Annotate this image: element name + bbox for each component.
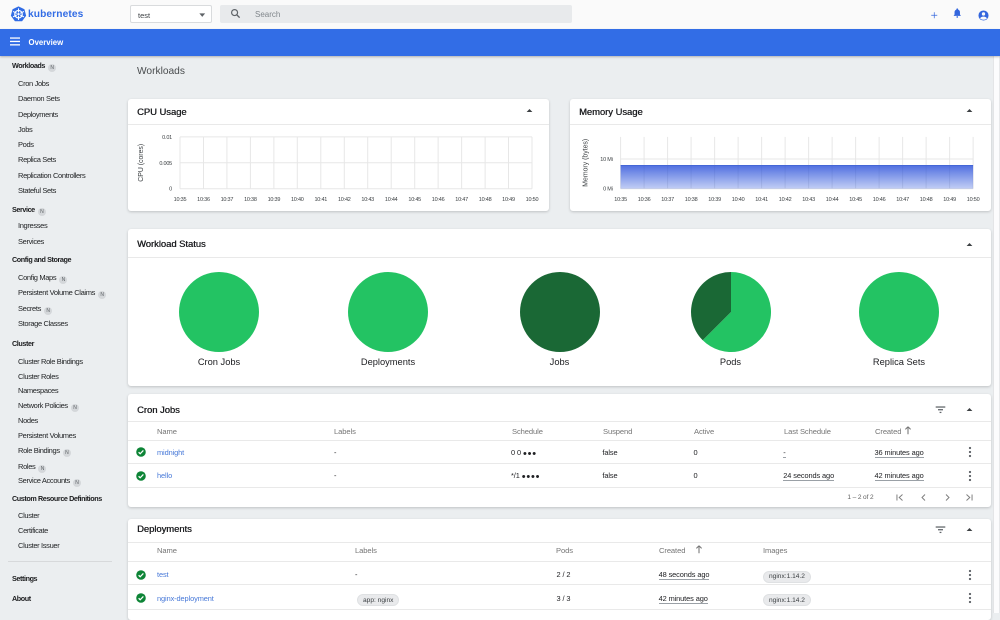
- svg-text:10:44: 10:44: [826, 197, 839, 203]
- svg-text:10:43: 10:43: [802, 197, 815, 203]
- svg-text:10:44: 10:44: [385, 197, 398, 203]
- svg-text:10:42: 10:42: [338, 197, 351, 203]
- svg-text:10:37: 10:37: [661, 197, 674, 203]
- svg-text:0: 0: [169, 187, 172, 193]
- svg-text:10:35: 10:35: [614, 197, 627, 203]
- svg-text:0.005: 0.005: [159, 161, 172, 167]
- svg-text:10:48: 10:48: [920, 197, 933, 203]
- svg-text:10:48: 10:48: [479, 197, 492, 203]
- svg-text:10:47: 10:47: [455, 197, 468, 203]
- svg-text:10:45: 10:45: [849, 197, 862, 203]
- svg-text:10:41: 10:41: [314, 197, 327, 203]
- svg-text:10:49: 10:49: [502, 197, 515, 203]
- svg-text:10:37: 10:37: [221, 197, 234, 203]
- svg-text:10:50: 10:50: [967, 197, 980, 203]
- svg-text:10 Mi: 10 Mi: [600, 157, 612, 163]
- svg-text:0 Mi: 0 Mi: [603, 187, 613, 193]
- svg-text:10:36: 10:36: [638, 197, 651, 203]
- svg-text:10:42: 10:42: [779, 197, 792, 203]
- svg-text:10:47: 10:47: [896, 197, 909, 203]
- svg-text:10:45: 10:45: [408, 197, 421, 203]
- svg-text:10:39: 10:39: [708, 197, 721, 203]
- svg-text:10:38: 10:38: [244, 197, 257, 203]
- svg-text:10:35: 10:35: [174, 197, 187, 203]
- svg-text:0.01: 0.01: [162, 135, 172, 141]
- svg-text:10:50: 10:50: [526, 197, 539, 203]
- svg-text:10:41: 10:41: [755, 197, 768, 203]
- svg-text:10:38: 10:38: [685, 197, 698, 203]
- svg-text:10:40: 10:40: [732, 197, 745, 203]
- svg-text:CPU (cores): CPU (cores): [138, 144, 145, 182]
- svg-text:10:39: 10:39: [268, 197, 281, 203]
- svg-text:Memory (bytes): Memory (bytes): [583, 139, 590, 187]
- svg-text:10:46: 10:46: [432, 197, 445, 203]
- svg-text:10:49: 10:49: [943, 197, 956, 203]
- svg-text:10:46: 10:46: [873, 197, 886, 203]
- svg-text:10:40: 10:40: [291, 197, 304, 203]
- svg-text:10:43: 10:43: [361, 197, 374, 203]
- svg-text:10:36: 10:36: [197, 197, 210, 203]
